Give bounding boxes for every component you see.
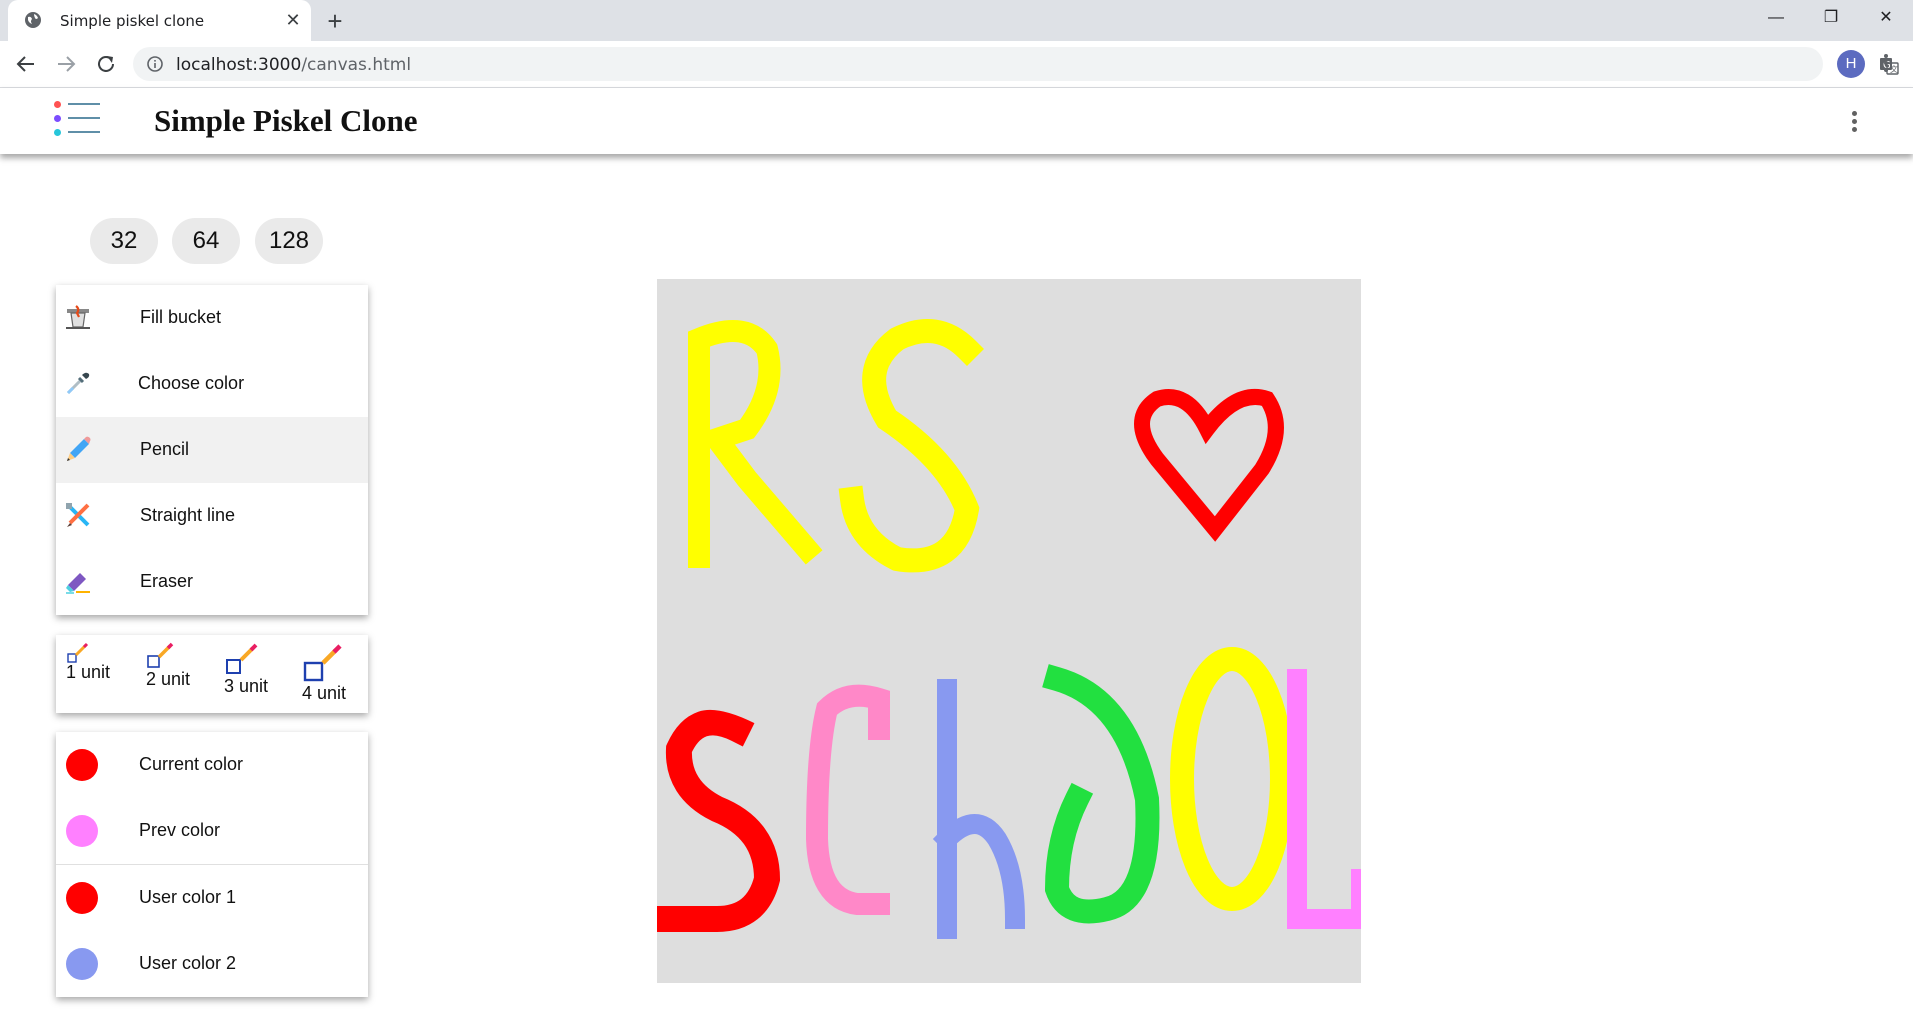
pen-size-3-icon [226,643,258,674]
tools-panel: Fill bucket Choose color Pencil Straight… [56,285,368,615]
user-color-1-swatch[interactable] [66,882,98,914]
restore-icon[interactable]: ❐ [1803,0,1859,36]
size-128-button[interactable]: 128 [255,218,323,264]
profile-avatar[interactable]: H [1837,50,1865,78]
pen-size-2-icon [147,642,174,668]
minimize-icon[interactable]: — [1748,0,1804,36]
current-color-swatch[interactable] [66,749,98,781]
current-color-row[interactable]: Current color [56,732,368,798]
eyedropper-icon [66,372,90,395]
prev-color-swatch[interactable] [66,815,98,847]
app-more-menu-icon[interactable] [1848,108,1860,136]
url-text: localhost:3000/canvas.html [176,55,411,75]
size-32-button[interactable]: 32 [90,218,158,264]
prev-color-row[interactable]: Prev color [56,798,368,864]
app-title: Simple Piskel Clone [154,103,418,138]
pen-size-4-icon [303,644,342,682]
tool-label: Choose color [138,373,245,393]
globe-icon [25,12,41,28]
address-bar[interactable]: localhost:3000/canvas.html G 文 ☆ [133,47,1899,81]
tool-pencil[interactable]: Pencil [56,417,368,483]
browser-toolbar: localhost:3000/canvas.html G 文 ☆ H [0,41,1913,88]
tool-label: Eraser [140,571,194,591]
user-color-1-row[interactable]: User color 1 [56,865,368,931]
color-label: User color 2 [139,953,237,973]
pen-unit-label: 4 unit [302,683,347,703]
drawing-letter-h [932,679,1026,939]
menu-list-icon[interactable] [54,101,100,137]
tool-label: Straight line [140,505,236,525]
drawing-letter-s-red [644,709,781,932]
user-color-2-swatch[interactable] [66,948,98,980]
size-64-button[interactable]: 64 [172,218,240,264]
pencil-icon [67,436,91,461]
pen-unit-label: 3 unit [224,676,269,696]
pen-unit-2[interactable]: 2 unit [146,635,216,715]
reload-icon[interactable] [94,52,118,76]
drawing-letter-r [688,320,823,568]
drawing-letter-c [805,684,890,915]
forward-icon[interactable] [54,52,78,76]
pen-unit-label: 2 unit [146,669,191,689]
color-label: User color 1 [139,887,237,907]
tool-choose-color[interactable]: Choose color [56,351,368,417]
pen-unit-label: 1 unit [66,662,111,682]
back-icon[interactable] [14,52,38,76]
fill-bucket-icon [66,305,90,329]
eraser-icon [66,573,90,594]
tool-label: Fill bucket [140,307,222,327]
colors-panel: Current color Prev color User color 1 Us… [56,732,368,997]
url-path: /canvas.html [301,55,412,75]
new-tab-button[interactable]: + [322,8,348,34]
site-info-icon[interactable] [147,56,163,72]
tool-label: Pencil [140,439,190,459]
user-color-2-row[interactable]: User color 2 [56,931,368,997]
canvas-drawing [644,319,1371,939]
app-header: Simple Piskel Clone [0,88,1913,154]
browser-menu-icon[interactable] [1880,51,1892,77]
tool-fill-bucket[interactable]: Fill bucket [56,285,368,351]
browser-tab-strip: Simple piskel clone ✕ + — ❐ ✕ [0,0,1913,41]
pen-unit-4[interactable]: 4 unit [302,635,372,715]
color-label: Current color [139,754,244,774]
tab-close-icon[interactable]: ✕ [282,9,304,31]
drawing-letter-d [1042,664,1160,924]
drawing-canvas[interactable] [644,279,1371,983]
straight-line-icon [66,503,90,527]
pen-unit-1[interactable]: 1 unit [66,635,136,715]
drawing-letter-l [1287,669,1371,929]
pen-unit-3[interactable]: 3 unit [224,635,294,715]
drawing-heart [1134,389,1284,542]
browser-tab[interactable]: Simple piskel clone ✕ [8,0,311,41]
color-label: Prev color [139,820,221,840]
tool-eraser[interactable]: Eraser [56,549,368,615]
url-host: localhost:3000 [176,55,302,75]
window-close-icon[interactable]: ✕ [1858,0,1913,36]
pen-size-panel: 1 unit 2 unit 3 unit 4 unit [56,635,368,713]
tool-straight-line[interactable]: Straight line [56,483,368,549]
drawing-letter-s [838,319,984,573]
drawing-letter-o [1170,647,1294,911]
tab-title: Simple piskel clone [60,12,205,30]
